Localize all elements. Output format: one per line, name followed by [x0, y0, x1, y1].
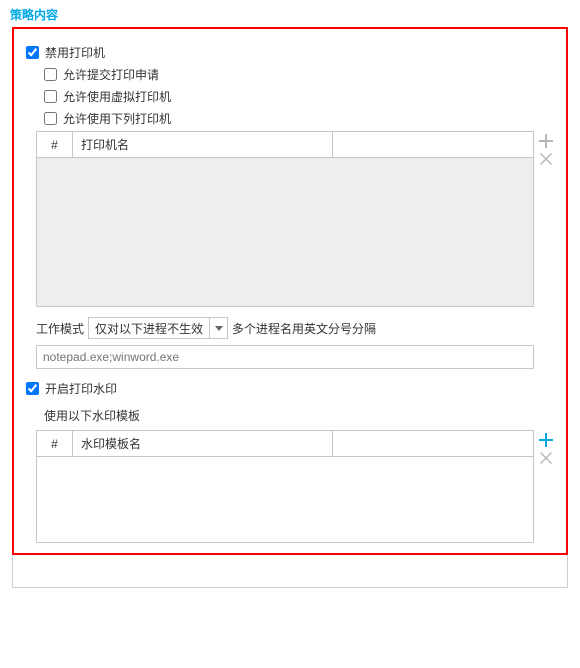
- printer-table-actions: [538, 131, 554, 167]
- table-row: [37, 457, 533, 542]
- table-row: [37, 158, 533, 306]
- allow-submit-label: 允许提交打印申请: [63, 66, 159, 83]
- remove-watermark-button[interactable]: [538, 450, 554, 466]
- work-mode-value: 仅对以下进程不生效: [89, 318, 209, 338]
- add-printer-button[interactable]: [538, 133, 554, 149]
- allow-submit-checkbox[interactable]: [44, 68, 57, 81]
- work-mode-hint: 多个进程名用英文分号分隔: [232, 320, 376, 337]
- watermark-table-col-name: 水印模板名: [73, 431, 333, 457]
- watermark-table: # 水印模板名: [36, 430, 534, 543]
- allow-virtual-checkbox[interactable]: [44, 90, 57, 103]
- allow-virtual-label: 允许使用虚拟打印机: [63, 88, 171, 105]
- allow-list-checkbox[interactable]: [44, 112, 57, 125]
- section-title: 策略内容: [0, 0, 580, 27]
- enable-watermark-checkbox[interactable]: [26, 382, 39, 395]
- remove-printer-button[interactable]: [538, 151, 554, 167]
- work-mode-dropdown-button[interactable]: [209, 318, 227, 338]
- work-mode-select[interactable]: 仅对以下进程不生效: [88, 317, 228, 339]
- watermark-template-label: 使用以下水印模板: [24, 401, 556, 426]
- process-names-input[interactable]: [36, 345, 534, 369]
- allow-virtual-row: 允许使用虚拟打印机: [24, 87, 556, 105]
- watermark-table-col-extra: [333, 431, 533, 457]
- printer-table-wrap: # 打印机名: [36, 131, 556, 307]
- allow-submit-row: 允许提交打印申请: [24, 65, 556, 83]
- work-mode-row: 工作模式 仅对以下进程不生效 多个进程名用英文分号分隔: [36, 317, 556, 339]
- disable-printer-row: 禁用打印机: [24, 43, 556, 61]
- disable-printer-label: 禁用打印机: [45, 44, 105, 61]
- enable-watermark-row: 开启打印水印: [24, 379, 556, 397]
- outer-panel-footer: [12, 555, 568, 588]
- watermark-table-wrap: # 水印模板名: [36, 430, 556, 543]
- enable-watermark-label: 开启打印水印: [45, 380, 117, 397]
- disable-printer-checkbox[interactable]: [26, 46, 39, 59]
- watermark-table-actions: [538, 430, 554, 466]
- printer-table-col-name: 打印机名: [73, 132, 333, 158]
- watermark-table-col-idx: #: [37, 431, 73, 457]
- policy-content-highlight: 禁用打印机 允许提交打印申请 允许使用虚拟打印机 允许使用下列打印机 # 打印机…: [12, 27, 568, 555]
- allow-list-row: 允许使用下列打印机: [24, 109, 556, 127]
- work-mode-label: 工作模式: [36, 320, 84, 337]
- allow-list-label: 允许使用下列打印机: [63, 110, 171, 127]
- chevron-down-icon: [215, 326, 223, 331]
- add-watermark-button[interactable]: [538, 432, 554, 448]
- printer-table-col-extra: [333, 132, 533, 158]
- printer-table: # 打印机名: [36, 131, 534, 307]
- printer-table-col-idx: #: [37, 132, 73, 158]
